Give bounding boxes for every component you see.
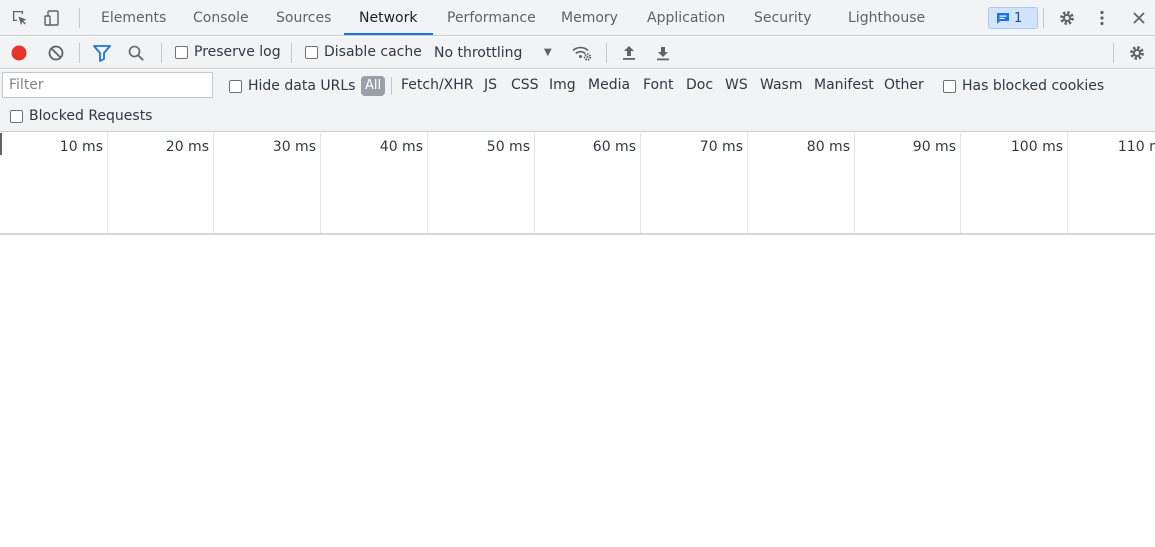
preserve-log-box[interactable]	[175, 45, 188, 59]
close-icon[interactable]	[1128, 7, 1150, 29]
has-blocked-cookies-box[interactable]	[943, 79, 956, 93]
record-icon[interactable]	[8, 42, 30, 64]
blocked-requests-label: Blocked Requests	[29, 108, 153, 124]
device-toolbar-icon[interactable]	[41, 7, 63, 29]
network-settings-gear-icon[interactable]	[1126, 42, 1148, 64]
filter-type-js[interactable]: JS	[484, 72, 497, 98]
timeline-gridline	[213, 133, 214, 233]
search-icon[interactable]	[125, 42, 147, 64]
throttling-dropdown-arrow-icon[interactable]: ▼	[544, 37, 552, 69]
timeline-gridline	[640, 133, 641, 233]
disable-cache-checkbox[interactable]: Disable cache	[305, 44, 422, 60]
more-options-icon[interactable]	[1091, 7, 1113, 29]
filter-type-fetch-xhr[interactable]: Fetch/XHR	[401, 72, 474, 98]
tab-sources[interactable]: Sources	[276, 0, 331, 36]
filter-type-ws[interactable]: WS	[725, 72, 748, 98]
inspect-element-icon[interactable]	[9, 7, 31, 29]
issues-message-icon	[997, 12, 1009, 24]
filter-type-manifest[interactable]: Manifest	[814, 72, 874, 98]
tab-bar-separator	[79, 8, 80, 28]
filter-type-media[interactable]: Media	[588, 72, 630, 98]
timeline-tick-label: 70 ms	[699, 139, 743, 155]
clear-icon[interactable]	[45, 42, 67, 64]
filter-type-all[interactable]: All	[361, 76, 386, 96]
toolbar-separator	[161, 43, 162, 63]
tab-security[interactable]: Security	[754, 0, 812, 36]
timeline-tick-label: 30 ms	[272, 139, 316, 155]
throttling-select[interactable]: No throttling	[434, 37, 522, 69]
timeline-tick-label: 50 ms	[486, 139, 530, 155]
timeline-tick-label: 100 ms	[1010, 139, 1063, 155]
filter-type-img[interactable]: Img	[549, 72, 576, 98]
timeline-gridline	[1067, 133, 1068, 233]
filter-type-doc[interactable]: Doc	[686, 72, 713, 98]
hide-data-urls-label: Hide data URLs	[248, 78, 356, 94]
toolbar-separator	[606, 43, 607, 63]
disable-cache-label: Disable cache	[324, 44, 422, 60]
disable-cache-box[interactable]	[305, 45, 318, 59]
preserve-log-label: Preserve log	[194, 44, 281, 60]
network-toolbar: Preserve log Disable cache No throttling…	[0, 37, 1155, 69]
timeline-tick-label: 10 ms	[59, 139, 103, 155]
tab-elements[interactable]: Elements	[101, 0, 166, 36]
tab-network[interactable]: Network	[359, 0, 417, 36]
filter-separator	[391, 77, 392, 95]
filter-type-other[interactable]: Other	[884, 72, 924, 98]
timeline-tick-label: 90 ms	[912, 139, 956, 155]
filter-type-css[interactable]: CSS	[511, 72, 539, 98]
timeline-tick-label: 80 ms	[806, 139, 850, 155]
tab-bar-separator	[1043, 8, 1044, 28]
devtools-tab-bar: Elements Console Sources Network Perform…	[0, 0, 1155, 36]
filter-input[interactable]	[2, 72, 213, 98]
toolbar-separator	[1113, 43, 1114, 63]
has-blocked-cookies-checkbox[interactable]: Has blocked cookies	[943, 78, 1104, 94]
network-conditions-icon[interactable]	[571, 42, 593, 64]
request-list-empty-area	[0, 236, 1155, 547]
has-blocked-cookies-label: Has blocked cookies	[962, 78, 1105, 94]
issues-badge[interactable]: 1	[988, 7, 1038, 29]
toolbar-separator	[79, 43, 80, 63]
toolbar-separator	[291, 43, 292, 63]
import-har-upload-icon[interactable]	[618, 42, 640, 64]
timeline-gridline	[320, 133, 321, 233]
timeline-start-marker	[0, 133, 2, 155]
hide-data-urls-checkbox[interactable]: Hide data URLs	[229, 78, 355, 94]
blocked-requests-checkbox[interactable]: Blocked Requests	[10, 108, 152, 124]
timeline-overview[interactable]: 10 ms 20 ms 30 ms 40 ms 50 ms 60 ms 70 ms 80 ms…	[0, 133, 1155, 235]
network-filter-bar: Hide data URLs All Fetch/XHR JS CSS Img …	[0, 70, 1155, 132]
timeline-gridline	[747, 133, 748, 233]
timeline-gridline	[107, 133, 108, 233]
tab-lighthouse[interactable]: Lighthouse	[848, 0, 925, 36]
timeline-tick-label: 40 ms	[379, 139, 423, 155]
export-har-download-icon[interactable]	[652, 42, 674, 64]
timeline-gridline	[427, 133, 428, 233]
timeline-tick-label: 20 ms	[165, 139, 209, 155]
active-tab-indicator	[344, 33, 433, 35]
issues-count: 1	[1014, 10, 1023, 26]
tab-application[interactable]: Application	[647, 0, 725, 36]
tab-memory[interactable]: Memory	[561, 0, 618, 36]
timeline-gridline	[534, 133, 535, 233]
tab-console[interactable]: Console	[193, 0, 249, 36]
tab-performance[interactable]: Performance	[447, 0, 536, 36]
hide-data-urls-box[interactable]	[229, 79, 242, 93]
timeline-tick-label: 110 ms	[1117, 139, 1155, 155]
blocked-requests-box[interactable]	[10, 109, 23, 123]
timeline-gridline	[960, 133, 961, 233]
filter-type-wasm[interactable]: Wasm	[760, 72, 802, 98]
filter-funnel-icon[interactable]	[91, 42, 113, 64]
timeline-gridline	[854, 133, 855, 233]
preserve-log-checkbox[interactable]: Preserve log	[175, 44, 281, 60]
timeline-tick-label: 60 ms	[592, 139, 636, 155]
settings-gear-icon[interactable]	[1056, 7, 1078, 29]
filter-type-font[interactable]: Font	[643, 72, 673, 98]
devtools-window: Elements Console Sources Network Perform…	[0, 0, 1155, 547]
